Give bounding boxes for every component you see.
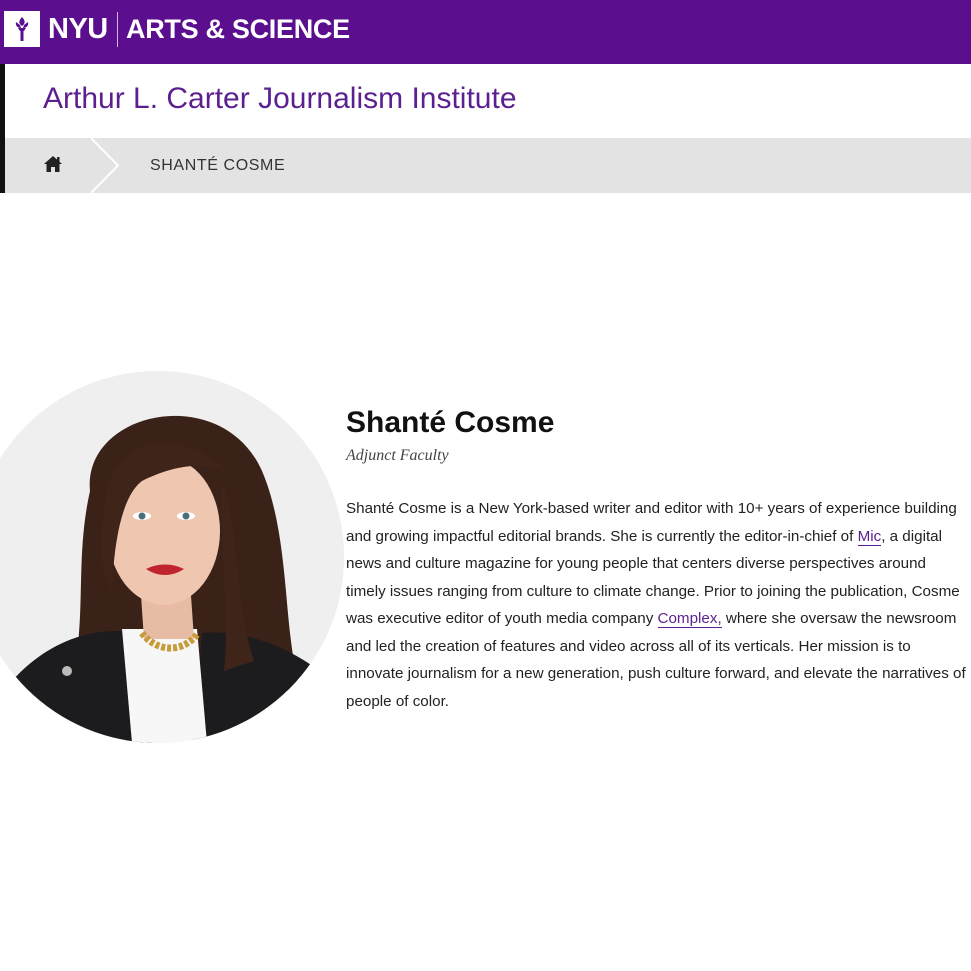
mic-link[interactable]: Mic bbox=[857, 527, 882, 546]
home-icon[interactable] bbox=[43, 155, 63, 173]
institute-title[interactable]: Arthur L. Carter Journalism Institute bbox=[43, 80, 517, 118]
nyu-torch-logo[interactable] bbox=[4, 11, 40, 47]
site-header: NYU ARTS & SCIENCE bbox=[0, 0, 971, 64]
profile-role: Adjunct Faculty bbox=[346, 447, 449, 464]
breadcrumb-current: SHANTÉ COSME bbox=[150, 157, 286, 174]
brand-nyu[interactable]: NYU bbox=[48, 12, 108, 46]
breadcrumb-separator-icon bbox=[90, 138, 120, 193]
portrait-image bbox=[0, 371, 344, 743]
complex-link[interactable]: Complex, bbox=[657, 610, 722, 628]
institute-bar: Arthur L. Carter Journalism Institute bbox=[0, 64, 971, 138]
profile-bio: Shanté Cosme is a New York-based writer … bbox=[346, 495, 968, 715]
breadcrumb: SHANTÉ COSME bbox=[0, 138, 971, 193]
profile-photo bbox=[0, 371, 344, 743]
torch-icon bbox=[15, 17, 29, 41]
brand-divider bbox=[117, 12, 118, 47]
brand-arts-science[interactable]: ARTS & SCIENCE bbox=[126, 12, 350, 46]
profile-name: Shanté Cosme bbox=[346, 406, 555, 439]
